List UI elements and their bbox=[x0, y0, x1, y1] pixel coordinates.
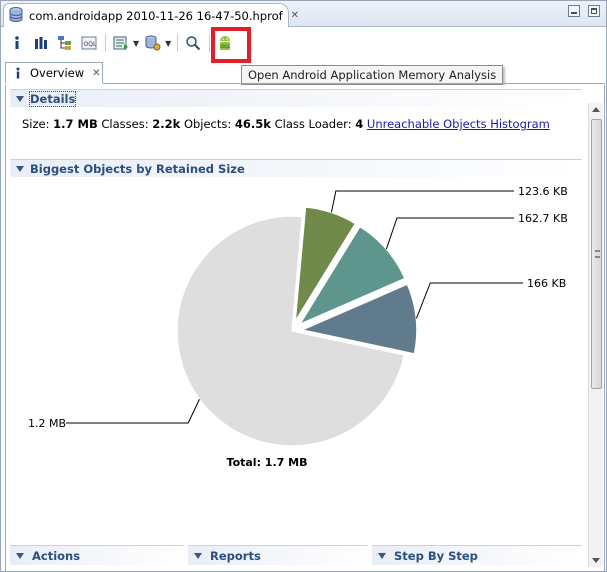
dominator-tree-button[interactable] bbox=[55, 33, 75, 53]
grip-icon bbox=[595, 250, 600, 258]
classes-label: Classes: bbox=[101, 117, 149, 131]
pie-chart-container: 123.6 KB 162.7 KB 166 KB 1.2 MB Total: 1.7 M… bbox=[6, 181, 586, 481]
toolbar-separator bbox=[105, 34, 106, 52]
pie-leader-line bbox=[66, 399, 200, 424]
pie-slice-label: 162.7 KB bbox=[518, 212, 568, 225]
biggest-objects-title: Biggest Objects by Retained Size bbox=[30, 161, 245, 176]
classes-value: 2.2k bbox=[152, 117, 181, 131]
svg-text:OQL: OQL bbox=[84, 41, 97, 48]
pie-chart: 123.6 KB 162.7 KB 166 KB 1.2 MB Total: 1.7 M… bbox=[28, 185, 568, 469]
expand-triangle-icon[interactable] bbox=[194, 552, 202, 559]
minimize-button[interactable] bbox=[568, 5, 580, 17]
biggest-objects-section-header[interactable]: Biggest Objects by Retained Size bbox=[10, 159, 582, 177]
histogram-icon bbox=[35, 37, 47, 49]
oql-icon: OQL bbox=[81, 36, 97, 50]
chevron-down-icon[interactable]: ▼ bbox=[165, 39, 171, 48]
close-icon[interactable]: ✕ bbox=[92, 68, 100, 79]
pie-leader-line bbox=[330, 190, 514, 213]
expand-triangle-icon[interactable] bbox=[16, 95, 24, 102]
chevron-down-icon[interactable]: ▼ bbox=[133, 39, 139, 48]
scroll-down-arrow-icon[interactable] bbox=[592, 558, 600, 563]
pie-slice-label: 166 KB bbox=[527, 277, 566, 290]
pie-slice-label: 123.6 KB bbox=[518, 185, 568, 198]
expand-triangle-icon[interactable] bbox=[16, 552, 24, 559]
details-section-title: Details bbox=[28, 90, 77, 107]
class-loader-value: 4 bbox=[355, 117, 364, 131]
heap-dump-icon bbox=[9, 6, 23, 25]
unreachable-objects-link[interactable]: Unreachable Objects Histogram bbox=[367, 117, 550, 131]
highlight-frame bbox=[211, 27, 251, 63]
expand-triangle-icon[interactable] bbox=[16, 165, 24, 172]
scrollbar-thumb[interactable] bbox=[591, 119, 602, 389]
editor-tab-bar: com.androidapp 2010-11-26 16-47-50.hprof… bbox=[1, 1, 606, 27]
bottom-sections: Actions Reports Step By Step bbox=[10, 545, 586, 565]
pie-slice-label: 1.2 MB bbox=[28, 417, 66, 430]
expand-triangle-icon[interactable] bbox=[378, 552, 386, 559]
info-icon bbox=[16, 67, 20, 78]
tab-overview[interactable]: Overview ✕ bbox=[5, 62, 103, 84]
details-section-header[interactable]: Details bbox=[10, 89, 582, 107]
pie-leader-line bbox=[385, 217, 514, 250]
pie-total-label: Total: 1.7 MB bbox=[227, 456, 308, 469]
size-label: Size: bbox=[22, 117, 50, 131]
reports-section-title: Reports bbox=[210, 548, 261, 563]
step-by-step-section-title: Step By Step bbox=[394, 548, 478, 563]
query-browser-icon bbox=[113, 36, 128, 50]
reports-section-header[interactable]: Reports bbox=[188, 545, 368, 565]
toolbar: OQL ▼ ▼ OQL bbox=[1, 28, 606, 58]
histogram-button[interactable] bbox=[31, 33, 51, 53]
dominator-tree-icon bbox=[58, 36, 71, 50]
vertical-scrollbar[interactable] bbox=[588, 103, 603, 567]
heap-dump-overview-button[interactable] bbox=[143, 33, 163, 53]
heap-dump-overview-icon bbox=[145, 35, 161, 51]
pie-leader-line bbox=[415, 282, 523, 319]
info-icon bbox=[15, 36, 19, 49]
objects-value: 46.5k bbox=[234, 117, 271, 131]
search-button[interactable] bbox=[183, 33, 203, 53]
toolbar-separator bbox=[177, 34, 179, 52]
actions-section-title: Actions bbox=[32, 548, 81, 563]
info-button[interactable] bbox=[7, 33, 27, 53]
oql-button[interactable]: OQL bbox=[79, 33, 99, 53]
details-summary: Size: 1.7 MB Classes: 2.2k Objects: 46.5… bbox=[22, 117, 550, 131]
editor-tab-title: com.androidapp 2010-11-26 16-47-50.hprof bbox=[29, 8, 283, 23]
editor-tab-hprof[interactable]: com.androidapp 2010-11-26 16-47-50.hprof… bbox=[3, 3, 299, 27]
close-icon[interactable]: ✕ bbox=[291, 10, 299, 21]
actions-section-header[interactable]: Actions bbox=[10, 545, 184, 565]
view-tab-bar: Overview ✕ bbox=[5, 62, 605, 84]
scroll-up-arrow-icon[interactable] bbox=[592, 107, 600, 112]
query-browser-button[interactable] bbox=[111, 33, 131, 53]
step-by-step-section-header[interactable]: Step By Step bbox=[372, 545, 582, 565]
class-loader-label: Class Loader: bbox=[274, 117, 352, 131]
size-value: 1.7 MB bbox=[53, 117, 98, 131]
editor-window: com.androidapp 2010-11-26 16-47-50.hprof… bbox=[0, 0, 607, 572]
maximize-button[interactable] bbox=[588, 5, 600, 17]
search-icon bbox=[186, 36, 201, 51]
overview-content: Details Size: 1.7 MB Classes: 2.2k Objec… bbox=[5, 85, 605, 571]
tab-overview-label: Overview bbox=[30, 66, 85, 80]
objects-label: Objects: bbox=[183, 117, 232, 131]
